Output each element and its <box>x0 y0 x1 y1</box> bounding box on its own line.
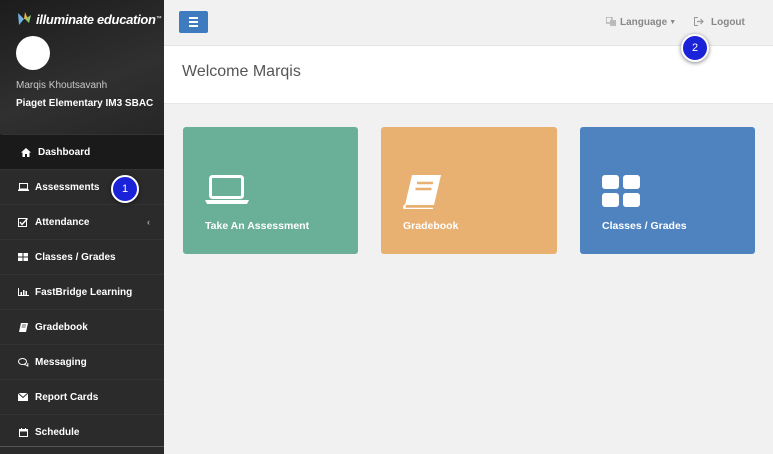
brand-name: illuminate education <box>36 11 156 27</box>
grid-icon <box>17 252 29 262</box>
sidebar-item-label: Assessments <box>35 181 100 193</box>
take-assessment-card[interactable]: Take An Assessment <box>183 127 358 254</box>
language-label: Language <box>620 17 668 28</box>
page-title: Welcome Marqis <box>182 63 301 80</box>
gradebook-card[interactable]: Gradebook <box>381 127 557 254</box>
envelope-icon <box>17 392 29 402</box>
logout-label: Logout <box>711 17 745 28</box>
user-name: Marqis Khoutsavanh <box>16 80 108 91</box>
calendar-icon <box>17 427 29 437</box>
sidebar-item-schedule[interactable]: Schedule <box>0 414 164 449</box>
sidebar-item-label: Classes / Grades <box>35 251 116 263</box>
sidebar-item-messaging[interactable]: Messaging <box>0 344 164 379</box>
step-badge-2: 2 <box>681 34 709 62</box>
laptop-icon <box>17 182 29 192</box>
book-icon <box>17 322 29 332</box>
sidebar-item-report-cards[interactable]: Report Cards <box>0 379 164 414</box>
butterfly-logo-icon <box>16 10 34 28</box>
grid-icon <box>602 175 640 212</box>
sidebar-item-label: Report Cards <box>35 391 99 403</box>
sidebar: illuminate education ™ Marqis Khoutsavan… <box>0 0 164 454</box>
step-badge-1: 1 <box>111 175 139 203</box>
avatar[interactable] <box>16 36 50 70</box>
sidebar-item-attendance[interactable]: Attendance ‹ <box>0 204 164 239</box>
chevron-left-icon[interactable]: ‹ <box>147 217 150 227</box>
sidebar-item-label: Dashboard <box>38 146 91 158</box>
brand-logo[interactable]: illuminate education ™ <box>16 10 162 28</box>
sidebar-nav: Dashboard Assessments Attendance ‹ Class… <box>0 134 164 449</box>
brand-trademark: ™ <box>155 16 162 22</box>
hamburger-icon <box>189 21 198 23</box>
sidebar-item-label: Gradebook <box>35 321 88 333</box>
sidebar-item-label: Schedule <box>35 426 80 438</box>
sidebar-item-label: Messaging <box>35 356 87 368</box>
hamburger-icon <box>189 25 198 27</box>
language-dropdown[interactable]: Language ▼ <box>605 16 677 28</box>
sidebar-item-dashboard[interactable]: Dashboard <box>0 134 164 169</box>
sidebar-item-label: FastBridge Learning <box>35 286 133 298</box>
sign-out-icon <box>694 17 704 28</box>
sidebar-header: illuminate education ™ Marqis Khoutsavan… <box>0 0 164 134</box>
book-icon <box>403 175 441 214</box>
sidebar-item-gradebook[interactable]: Gradebook <box>0 309 164 344</box>
translate-icon <box>605 16 616 28</box>
sidebar-item-classes-grades[interactable]: Classes / Grades <box>0 239 164 274</box>
card-label: Classes / Grades <box>602 220 687 232</box>
sidebar-divider <box>0 446 164 447</box>
menu-toggle-button[interactable] <box>179 11 208 33</box>
school-name: Piaget Elementary IM3 SBAC <box>16 98 154 109</box>
sidebar-item-assessments[interactable]: Assessments <box>0 169 164 204</box>
comments-icon <box>17 357 29 367</box>
logout-link[interactable]: Logout <box>694 17 745 28</box>
bar-chart-icon <box>17 287 29 297</box>
home-icon <box>20 147 32 157</box>
welcome-panel: Welcome Marqis <box>164 46 773 104</box>
card-label: Gradebook <box>403 220 459 232</box>
caret-down-icon: ▼ <box>669 19 677 26</box>
top-bar: Language ▼ Logout <box>164 0 773 46</box>
hamburger-icon <box>189 17 198 19</box>
sidebar-item-label: Attendance <box>35 216 90 228</box>
card-label: Take An Assessment <box>205 220 310 232</box>
laptop-icon <box>205 175 249 210</box>
classes-grades-card[interactable]: Classes / Grades <box>580 127 755 254</box>
check-square-icon <box>17 217 29 227</box>
sidebar-item-fastbridge[interactable]: FastBridge Learning <box>0 274 164 309</box>
